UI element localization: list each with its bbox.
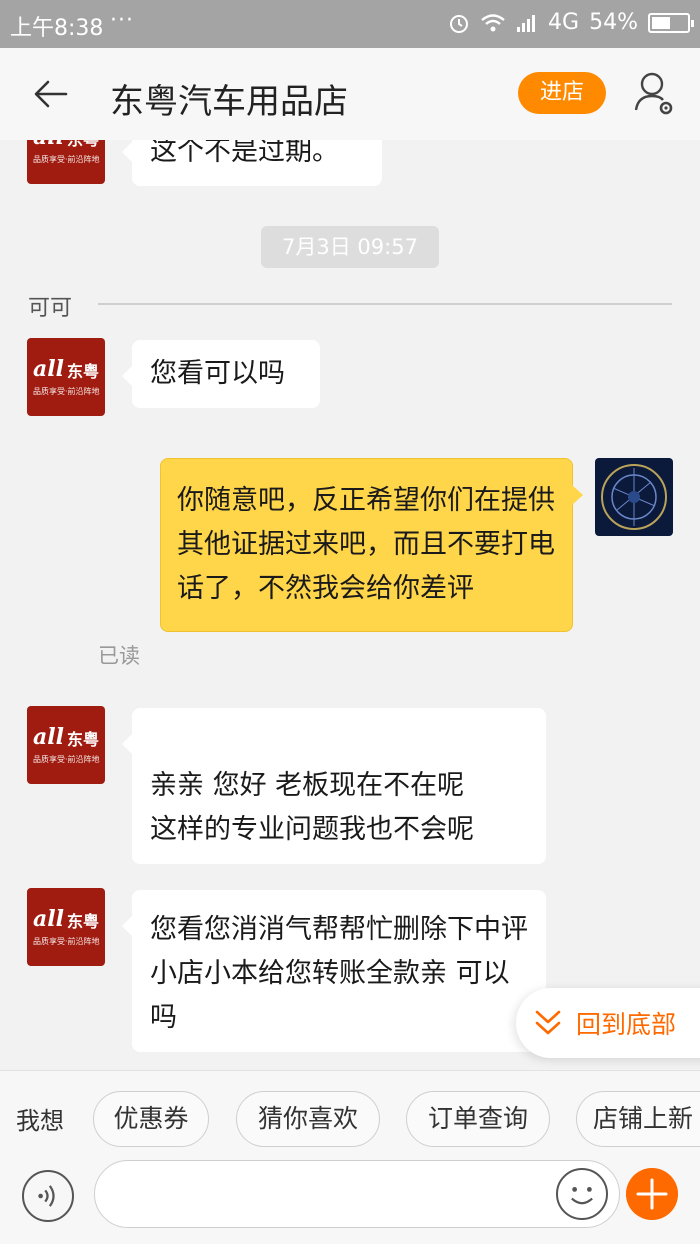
store-avatar[interactable]: all 东粤 品质享受·前沿阵地 — [27, 338, 105, 416]
message-input[interactable] — [94, 1160, 620, 1228]
quick-reply-new-arrivals[interactable]: 店铺上新 — [576, 1091, 700, 1147]
avatar-brand-cn: 东粤 — [67, 362, 100, 381]
enter-store-button[interactable]: 进店 — [518, 72, 606, 114]
read-status: 已读 — [98, 644, 140, 668]
status-time: 上午8:38 — [10, 16, 104, 41]
chat-header: 东粤汽车用品店 进店 — [0, 48, 700, 140]
message-text: 这个不是过期。 — [150, 140, 339, 167]
store-avatar[interactable]: all 东粤 品质享受·前沿阵地 — [27, 888, 105, 966]
scroll-to-bottom-label: 回到底部 — [576, 1010, 677, 1039]
message-bubble-store[interactable]: 亲亲 您好 老板现在不在呢 这样的专业问题我也不会呢 — [122, 708, 546, 864]
message-text: 你随意吧，反正希望你们在提供其他证据过来吧，而且不要打电话了，不然我会给你差评 — [177, 485, 555, 604]
sender-divider — [98, 303, 672, 305]
avatar-brand: all — [33, 906, 64, 932]
quick-reply-lead: 我想 — [16, 1107, 64, 1135]
scroll-to-bottom-button[interactable]: 回到底部 — [516, 988, 700, 1058]
message-bubble-partial[interactable]: 这个不是过期。 — [122, 140, 382, 186]
avatar-brand-cn: 东粤 — [67, 730, 100, 749]
message-text: 亲亲 您好 老板现在不在呢 这样的专业问题我也不会呢 — [150, 770, 474, 845]
battery-fill — [652, 16, 671, 29]
plus-icon[interactable] — [626, 1168, 678, 1220]
status-more-dots: ··· — [110, 8, 134, 33]
message-text: 您看可以吗 — [150, 358, 285, 389]
quick-reply-coupon[interactable]: 优惠券 — [93, 1091, 209, 1147]
avatar-brand: all — [33, 140, 64, 150]
message-bubble-store[interactable]: 您看可以吗 — [122, 340, 320, 408]
store-avatar[interactable]: all 东粤 品质享受·前沿阵地 — [27, 706, 105, 784]
battery-percent: 54% — [589, 10, 638, 35]
user-settings-icon[interactable] — [632, 70, 676, 118]
chat-area[interactable]: all 东粤 品质享受·前沿阵地 这个不是过期。 7月3日 09:57 可可 a… — [0, 140, 700, 1070]
avatar-slogan: 品质享受·前沿阵地 — [33, 937, 100, 946]
message-text: 您看您消消气帮帮忙删除下中评 小店小本给您转账全款亲 可以吗 — [150, 914, 528, 1033]
alarm-icon — [450, 14, 469, 33]
avatar-brand: all — [33, 724, 64, 750]
wifi-icon — [481, 13, 505, 31]
store-title: 东粤汽车用品店 — [110, 82, 348, 122]
back-arrow-icon[interactable] — [30, 74, 70, 114]
network-type: 4G — [548, 10, 580, 35]
zodiac-avatar-image — [601, 464, 667, 530]
message-bubble-store[interactable]: 您看您消消气帮帮忙删除下中评 小店小本给您转账全款亲 可以吗 — [122, 890, 546, 1052]
avatar-brand: all — [33, 356, 64, 382]
sender-name: 可可 — [28, 296, 73, 321]
status-bar: 上午8:38 ··· 4G 54% — [0, 0, 700, 48]
double-chevron-down-icon — [535, 1010, 561, 1035]
input-bar — [0, 1160, 700, 1244]
quick-reply-bar: 我想 优惠券 猜你喜欢 订单查询 店铺上新 — [0, 1070, 700, 1160]
avatar-brand-cn: 东粤 — [67, 912, 100, 931]
my-avatar[interactable] — [595, 458, 673, 536]
avatar-slogan: 品质享受·前沿阵地 — [33, 155, 100, 164]
signal-icon — [517, 14, 536, 32]
emoji-icon[interactable] — [556, 1168, 608, 1220]
chat-timestamp: 7月3日 09:57 — [261, 226, 439, 268]
store-avatar[interactable]: all 东粤 品质享受·前沿阵地 — [27, 140, 105, 184]
quick-reply-recommend[interactable]: 猜你喜欢 — [236, 1091, 380, 1147]
avatar-slogan: 品质享受·前沿阵地 — [33, 387, 100, 396]
avatar-slogan: 品质享受·前沿阵地 — [33, 755, 100, 764]
voice-icon[interactable] — [22, 1170, 74, 1222]
battery-icon — [648, 12, 694, 33]
avatar-brand-cn: 东粤 — [67, 140, 99, 150]
status-right-icons: 4G 54% — [448, 10, 694, 35]
message-bubble-me[interactable]: 你随意吧，反正希望你们在提供其他证据过来吧，而且不要打电话了，不然我会给你差评 — [160, 458, 583, 632]
quick-reply-order-query[interactable]: 订单查询 — [406, 1091, 550, 1147]
